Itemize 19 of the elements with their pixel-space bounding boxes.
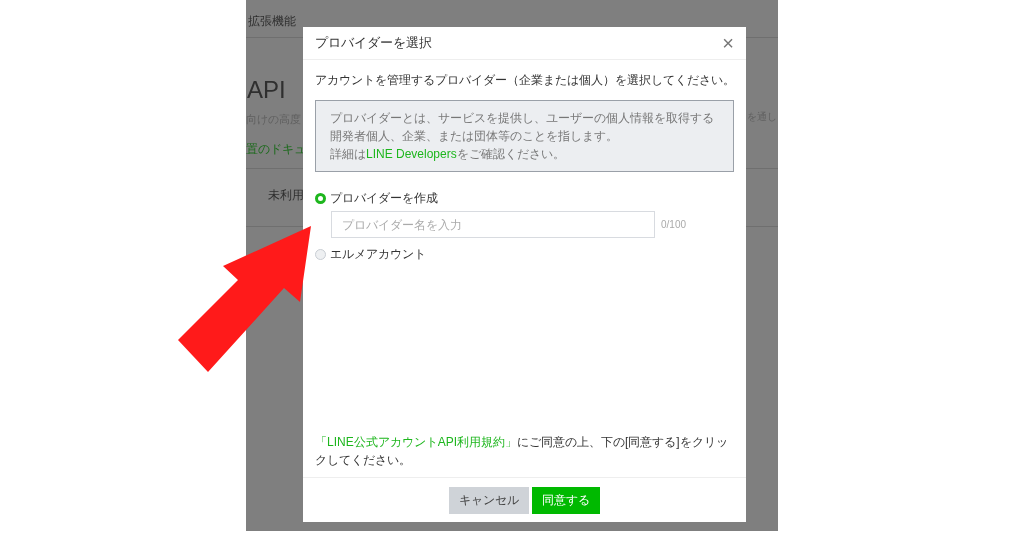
radio-button[interactable] bbox=[315, 192, 326, 204]
dialog-title: プロバイダーを選択 bbox=[315, 34, 432, 53]
row-label: 未利用 bbox=[268, 187, 304, 204]
info-text: プロバイダーとは、サービスを提供し、ユーザーの個人情報を取得する開発者個人、企業、または団体等のことを指します。 bbox=[330, 110, 715, 146]
page-heading: API bbox=[247, 75, 286, 105]
instruction-text: アカウントを管理するプロバイダー（企業または個人）を選択してください。 bbox=[315, 73, 734, 88]
cancel-button[interactable]: キャンセル bbox=[449, 486, 529, 514]
agree-button[interactable]: 同意する bbox=[532, 486, 600, 514]
terms-text: 「LINE公式アカウントAPI利用規約」にご同意の上、下の[同意する]をクリックしてください。 bbox=[315, 434, 729, 469]
tab-label[interactable]: 拡張機能 bbox=[248, 12, 296, 30]
developers-link[interactable]: LINE Developers bbox=[366, 147, 457, 162]
provider-name-field[interactable]: プロバイダー名を入力 bbox=[331, 211, 655, 239]
close-button[interactable]: × bbox=[722, 33, 734, 53]
radio-button[interactable] bbox=[315, 248, 326, 260]
info-text: 詳細はLINE Developersをご確認ください。 bbox=[330, 146, 566, 164]
terms-link[interactable]: 「LINE公式アカウントAPI利用規約」 bbox=[315, 435, 518, 449]
radio-label[interactable]: プロバイダーを作成 bbox=[330, 189, 438, 208]
character-counter: 0/100 bbox=[661, 218, 687, 233]
radio-label[interactable]: エルメアカウント bbox=[330, 245, 426, 264]
